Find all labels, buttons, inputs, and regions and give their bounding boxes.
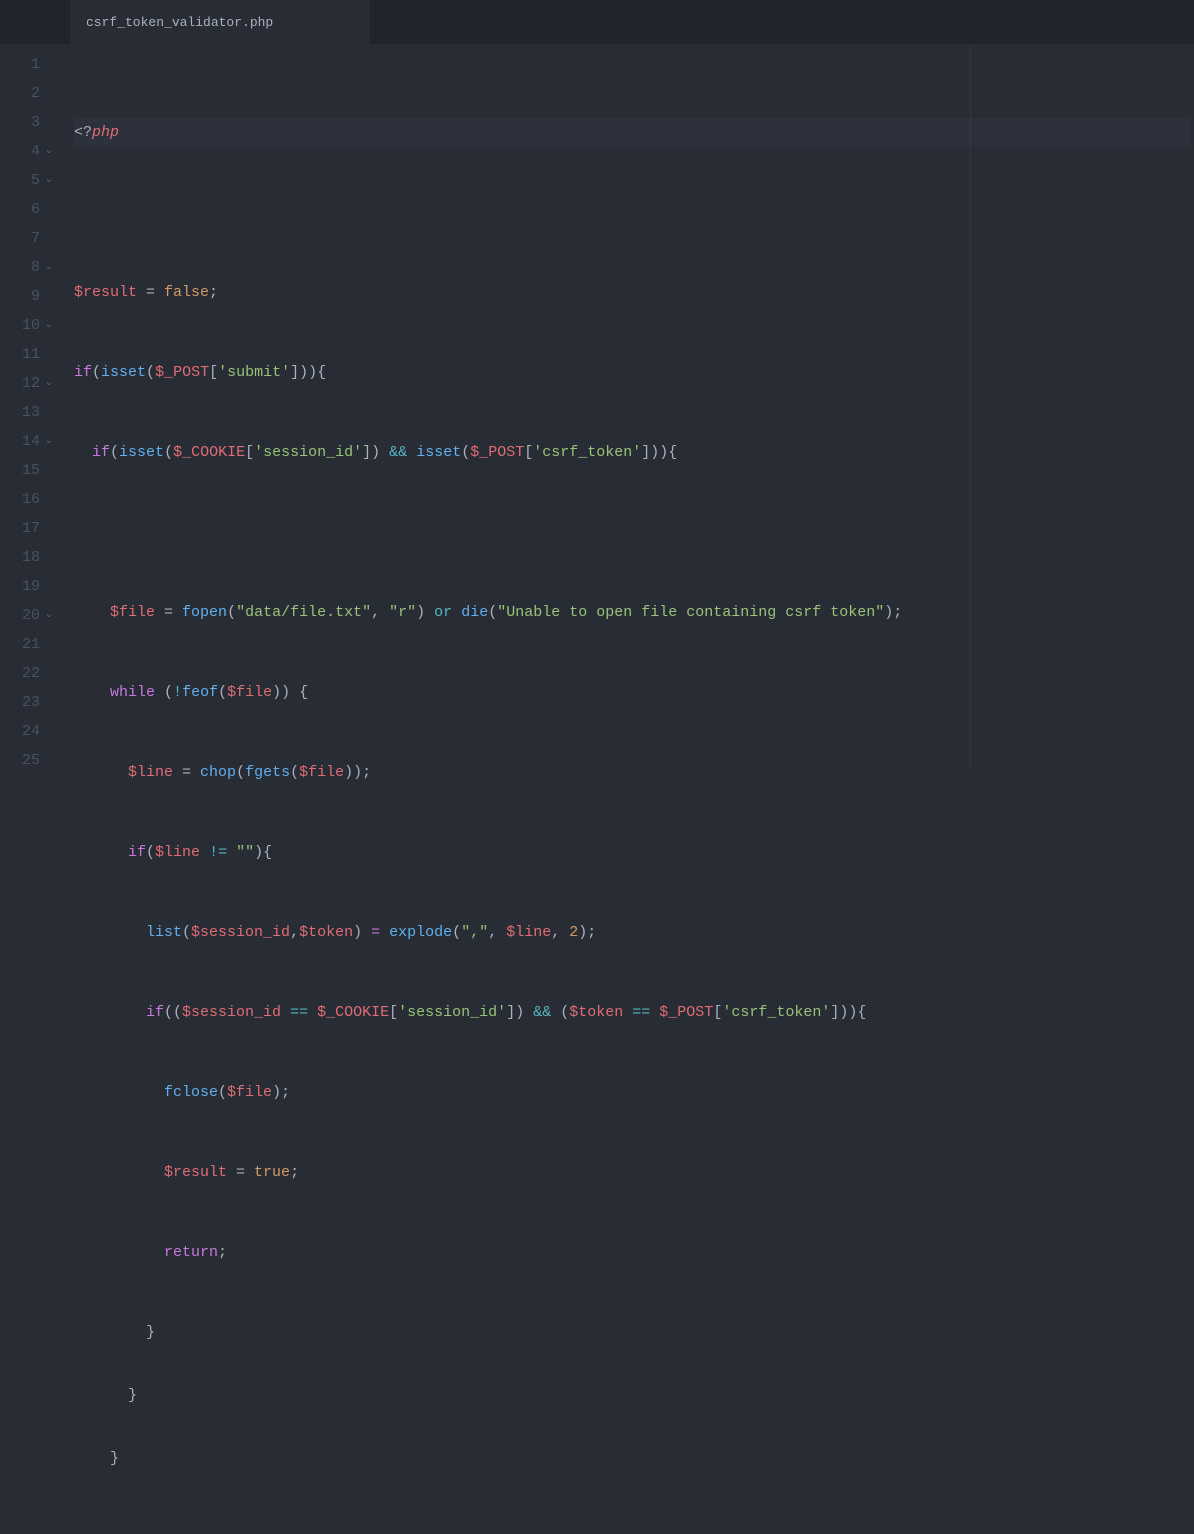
line-number[interactable]: 4⌄ <box>0 137 60 166</box>
tab-spacer <box>0 0 70 44</box>
code-line <box>74 198 1190 227</box>
fold-icon[interactable]: ⌄ <box>44 311 54 340</box>
line-number[interactable]: 9 <box>0 282 60 311</box>
gutter: 1234⌄5⌄678⌄910⌄1112⌄1314⌄151617181920⌄21… <box>0 44 60 767</box>
ruler <box>970 44 971 767</box>
code-line: <?php <box>74 118 1190 147</box>
line-number[interactable]: 6 <box>0 195 60 224</box>
code-line: if(($session_id == $_COOKIE['session_id'… <box>74 998 1190 1027</box>
line-number[interactable]: 25 <box>0 746 60 775</box>
code-line: } <box>74 1318 1190 1347</box>
code-line: $line = chop(fgets($file)); <box>74 758 1190 787</box>
line-number[interactable]: 3 <box>0 108 60 137</box>
fold-icon[interactable]: ⌄ <box>44 137 54 166</box>
code-line: fclose($file); <box>74 1078 1190 1107</box>
fold-icon[interactable]: ⌄ <box>44 253 54 282</box>
line-number[interactable]: 18 <box>0 543 60 572</box>
line-number[interactable]: 15 <box>0 456 60 485</box>
code-line <box>74 1524 1190 1534</box>
code-line: $file = fopen("data/file.txt", "r") or d… <box>74 598 1190 627</box>
code-line <box>74 518 1190 547</box>
line-number[interactable]: 10⌄ <box>0 311 60 340</box>
fold-icon[interactable]: ⌄ <box>44 427 54 456</box>
line-number[interactable]: 1 <box>0 50 60 79</box>
line-number[interactable]: 20⌄ <box>0 601 60 630</box>
code-line: } <box>74 1381 1190 1410</box>
line-number[interactable]: 14⌄ <box>0 427 60 456</box>
code-line: if(isset($_COOKIE['session_id']) && isse… <box>74 438 1190 467</box>
line-number[interactable]: 21 <box>0 630 60 659</box>
fold-icon[interactable]: ⌄ <box>44 166 54 195</box>
php-open-bracket: <? <box>74 124 92 141</box>
line-number[interactable]: 7 <box>0 224 60 253</box>
code-line: while (!feof($file)) { <box>74 678 1190 707</box>
code-line: if($line != ""){ <box>74 838 1190 867</box>
line-number[interactable]: 24 <box>0 717 60 746</box>
line-number[interactable]: 22 <box>0 659 60 688</box>
line-number[interactable]: 8⌄ <box>0 253 60 282</box>
tab-bar: csrf_token_validator.php <box>0 0 1194 44</box>
scrollbar[interactable] <box>1190 44 1194 767</box>
fold-icon[interactable]: ⌄ <box>44 369 54 398</box>
php-tag: php <box>92 124 119 141</box>
line-number[interactable]: 17 <box>0 514 60 543</box>
line-number[interactable]: 2 <box>0 79 60 108</box>
fold-icon[interactable]: ⌄ <box>44 601 54 630</box>
line-number[interactable]: 12⌄ <box>0 369 60 398</box>
code-line: return; <box>74 1238 1190 1267</box>
line-number[interactable]: 19 <box>0 572 60 601</box>
tab-filename: csrf_token_validator.php <box>86 15 273 30</box>
line-number[interactable]: 23 <box>0 688 60 717</box>
line-number[interactable]: 5⌄ <box>0 166 60 195</box>
code-line: } <box>74 1444 1190 1473</box>
code-line: $result = false; <box>74 278 1190 307</box>
line-number[interactable]: 11 <box>0 340 60 369</box>
tab-active[interactable]: csrf_token_validator.php <box>70 0 370 44</box>
code-line: $result = true; <box>74 1158 1190 1187</box>
line-number[interactable]: 13 <box>0 398 60 427</box>
code-area[interactable]: <?php $result = false; if(isset($_POST['… <box>60 44 1190 767</box>
line-number[interactable]: 16 <box>0 485 60 514</box>
editor: 1234⌄5⌄678⌄910⌄1112⌄1314⌄151617181920⌄21… <box>0 44 1194 767</box>
code-line: if(isset($_POST['submit'])){ <box>74 358 1190 387</box>
code-line: list($session_id,$token) = explode(",", … <box>74 918 1190 947</box>
